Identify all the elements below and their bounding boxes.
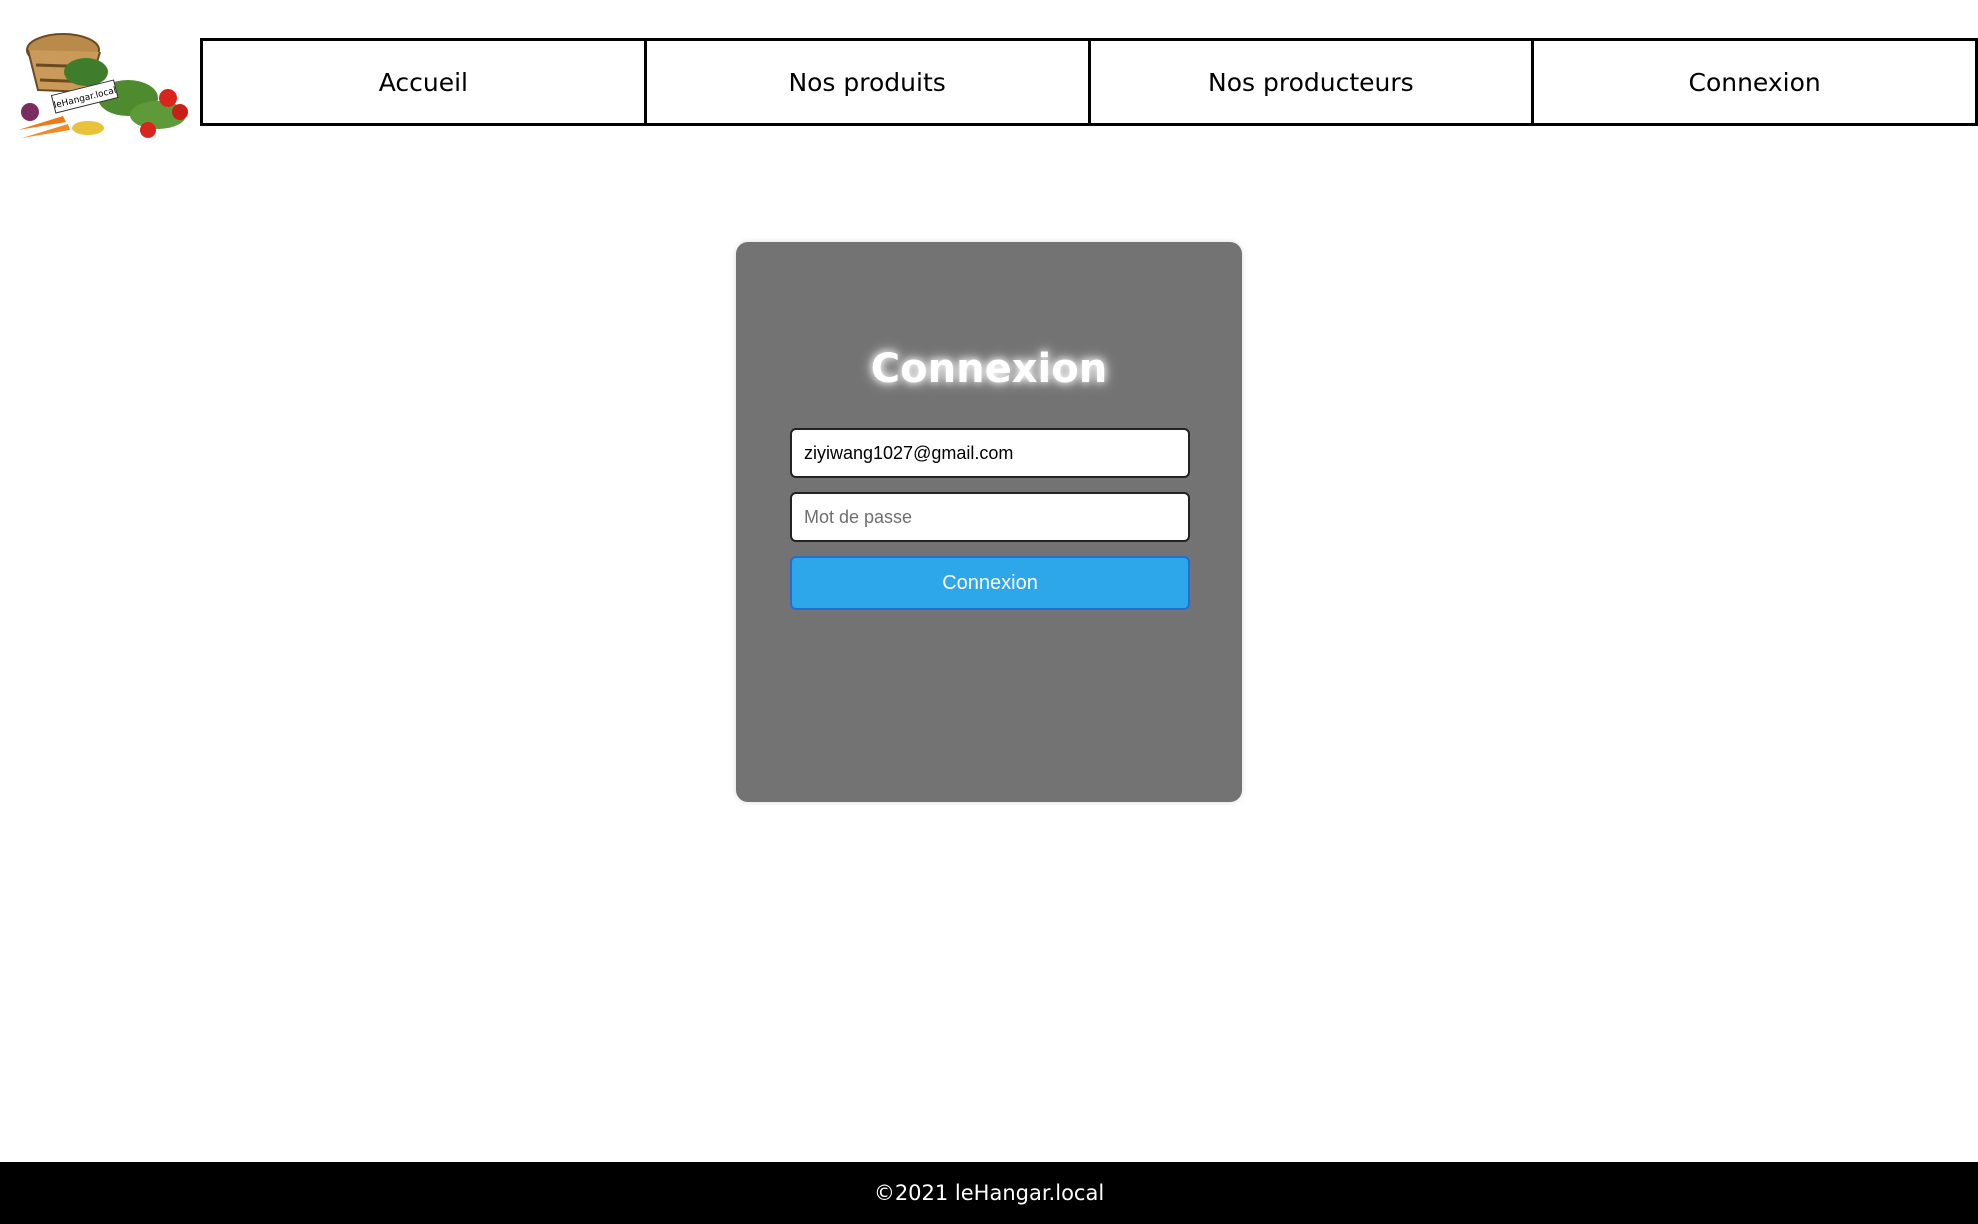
nav-item-nos-producteurs[interactable]: Nos producteurs: [1087, 38, 1535, 126]
footer: ©2021 leHangar.local: [0, 1162, 1978, 1224]
login-title: Connexion: [870, 346, 1108, 392]
password-field[interactable]: [790, 492, 1190, 542]
page: leHangar.local Accueil Nos produits Nos …: [0, 0, 1978, 1224]
nav-item-nos-produits[interactable]: Nos produits: [643, 38, 1091, 126]
vegetable-basket-icon: leHangar.local: [18, 33, 188, 138]
login-submit-button[interactable]: Connexion: [790, 556, 1190, 610]
nav-item-connexion[interactable]: Connexion: [1531, 38, 1978, 126]
site-logo[interactable]: leHangar.local: [8, 20, 194, 145]
email-field[interactable]: [790, 428, 1190, 478]
nav-item-accueil[interactable]: Accueil: [200, 38, 647, 126]
footer-copyright: ©2021 leHangar.local: [873, 1181, 1105, 1205]
main-navigation: Accueil Nos produits Nos producteurs Con…: [200, 38, 1978, 126]
